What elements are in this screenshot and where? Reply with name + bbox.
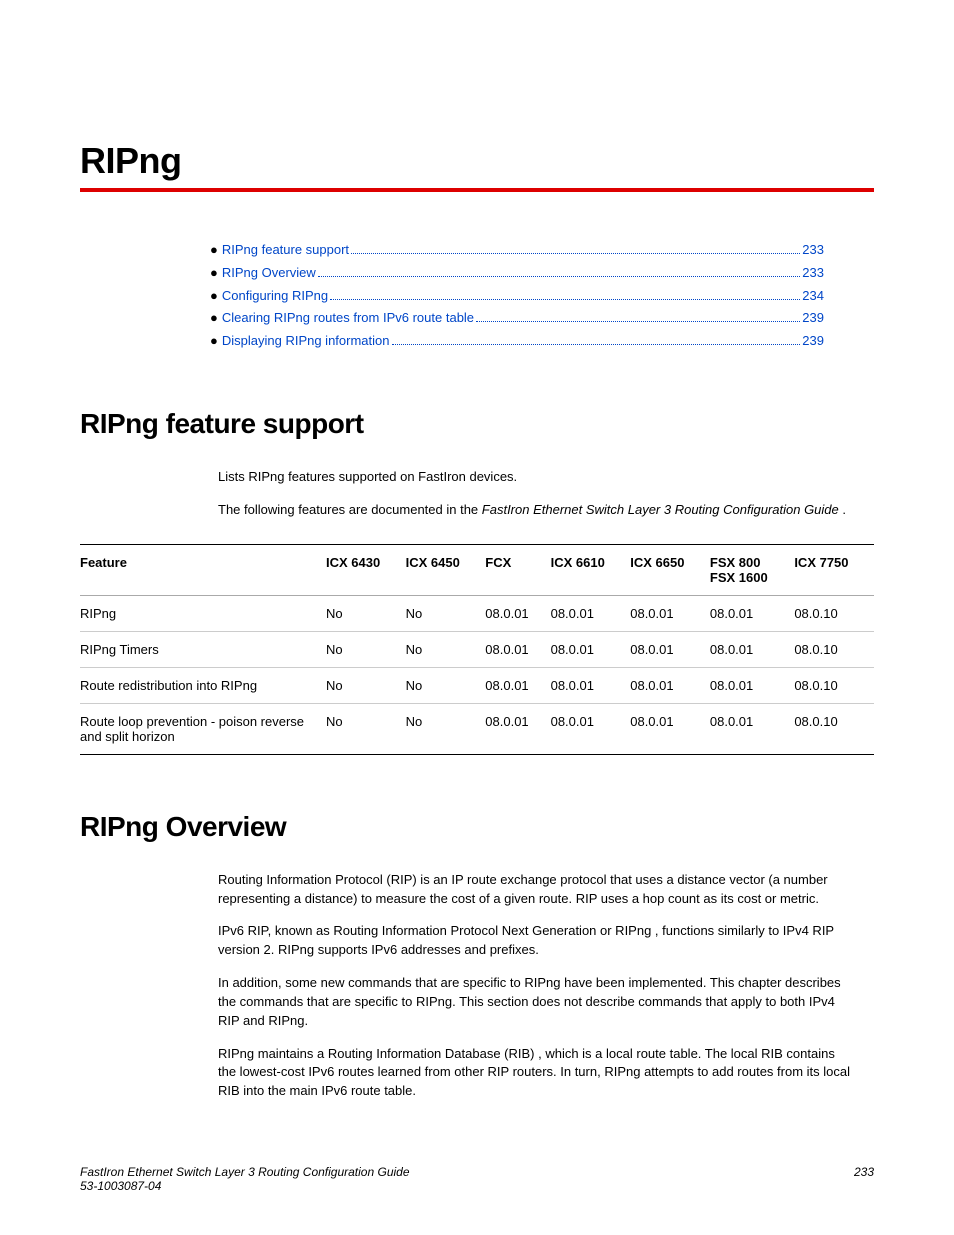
cell: 08.0.01 [485,595,550,631]
table-row: RIPng No No 08.0.01 08.0.01 08.0.01 08.0… [80,595,874,631]
paragraph: Routing Information Protocol (RIP) is an… [218,871,854,909]
cell: 08.0.01 [630,631,710,667]
cell: No [326,595,406,631]
cell: 08.0.10 [794,667,874,703]
section-body: Routing Information Protocol (RIP) is an… [218,871,854,1101]
toc-label: Configuring RIPng [222,286,328,307]
table-row: RIPng Timers No No 08.0.01 08.0.01 08.0.… [80,631,874,667]
cell: No [326,631,406,667]
cell: 08.0.01 [710,667,794,703]
cell: 08.0.01 [710,703,794,754]
table-row: Route loop prevention - poison reverse a… [80,703,874,754]
toc-leader [351,253,800,254]
doc-title-italic: FastIron Ethernet Switch Layer 3 Routing… [482,502,839,517]
paragraph: In addition, some new commands that are … [218,974,854,1031]
toc-item[interactable]: ● RIPng Overview 233 [210,263,824,284]
col-header: ICX 6610 [551,544,631,595]
toc-item[interactable]: ● Displaying RIPng information 239 [210,331,824,352]
cell: 08.0.01 [630,667,710,703]
toc-item[interactable]: ● RIPng feature support 233 [210,240,824,261]
table-header-row: Feature ICX 6430 ICX 6450 FCX ICX 6610 I… [80,544,874,595]
paragraph: RIPng maintains a Routing Information Da… [218,1045,854,1102]
bullet-icon: ● [210,331,218,352]
cell: No [406,667,486,703]
section-body: Lists RIPng features supported on FastIr… [218,468,854,520]
cell: 08.0.01 [551,595,631,631]
toc-item[interactable]: ● Clearing RIPng routes from IPv6 route … [210,308,824,329]
cell: No [406,703,486,754]
cell: No [326,703,406,754]
section-heading-overview: RIPng Overview [80,811,874,843]
cell: 08.0.10 [794,703,874,754]
bullet-icon: ● [210,286,218,307]
col-header: ICX 6650 [630,544,710,595]
footer-left: FastIron Ethernet Switch Layer 3 Routing… [80,1165,410,1193]
cell: 08.0.01 [551,631,631,667]
toc-leader [476,321,800,322]
toc-item[interactable]: ● Configuring RIPng 234 [210,286,824,307]
cell: RIPng [80,595,326,631]
toc-label: Displaying RIPng information [222,331,390,352]
feature-support-table: Feature ICX 6430 ICX 6450 FCX ICX 6610 I… [80,544,874,755]
text: . [839,502,846,517]
cell: 08.0.01 [710,631,794,667]
cell: RIPng Timers [80,631,326,667]
toc-label: RIPng Overview [222,263,316,284]
table-of-contents: ● RIPng feature support 233 ● RIPng Over… [210,240,824,352]
cell: Route loop prevention - poison reverse a… [80,703,326,754]
col-header: ICX 6430 [326,544,406,595]
toc-page: 239 [802,331,824,352]
cell: 08.0.01 [485,631,550,667]
cell: 08.0.01 [551,703,631,754]
cell: No [326,667,406,703]
toc-page: 233 [802,240,824,261]
intro-text: Lists RIPng features supported on FastIr… [218,468,854,487]
text: The following features are documented in… [218,502,482,517]
chapter-rule [80,188,874,192]
col-header: ICX 7750 [794,544,874,595]
cell: No [406,631,486,667]
cell: 08.0.01 [630,703,710,754]
section-heading-feature-support: RIPng feature support [80,408,874,440]
toc-leader [330,299,800,300]
bullet-icon: ● [210,263,218,284]
cell: 08.0.01 [710,595,794,631]
paragraph: IPv6 RIP, known as Routing Information P… [218,922,854,960]
bullet-icon: ● [210,308,218,329]
toc-page: 239 [802,308,824,329]
footer-doc-number: 53-1003087-04 [80,1179,161,1193]
col-header: Feature [80,544,326,595]
footer-page-number: 233 [854,1165,874,1193]
col-header: FCX [485,544,550,595]
toc-leader [392,344,801,345]
cell: 08.0.01 [485,667,550,703]
cell: 08.0.10 [794,631,874,667]
toc-label: RIPng feature support [222,240,349,261]
cell: No [406,595,486,631]
cell: Route redistribution into RIPng [80,667,326,703]
doc-reference: The following features are documented in… [218,501,854,520]
cell: 08.0.01 [485,703,550,754]
toc-leader [318,276,801,277]
cell: 08.0.10 [794,595,874,631]
page-footer: FastIron Ethernet Switch Layer 3 Routing… [80,1165,874,1193]
col-header: ICX 6450 [406,544,486,595]
footer-doc-title: FastIron Ethernet Switch Layer 3 Routing… [80,1165,410,1179]
table-row: Route redistribution into RIPng No No 08… [80,667,874,703]
col-header: FSX 800 FSX 1600 [710,544,794,595]
bullet-icon: ● [210,240,218,261]
toc-label: Clearing RIPng routes from IPv6 route ta… [222,308,474,329]
cell: 08.0.01 [551,667,631,703]
chapter-title: RIPng [80,140,874,182]
toc-page: 234 [802,286,824,307]
toc-page: 233 [802,263,824,284]
cell: 08.0.01 [630,595,710,631]
